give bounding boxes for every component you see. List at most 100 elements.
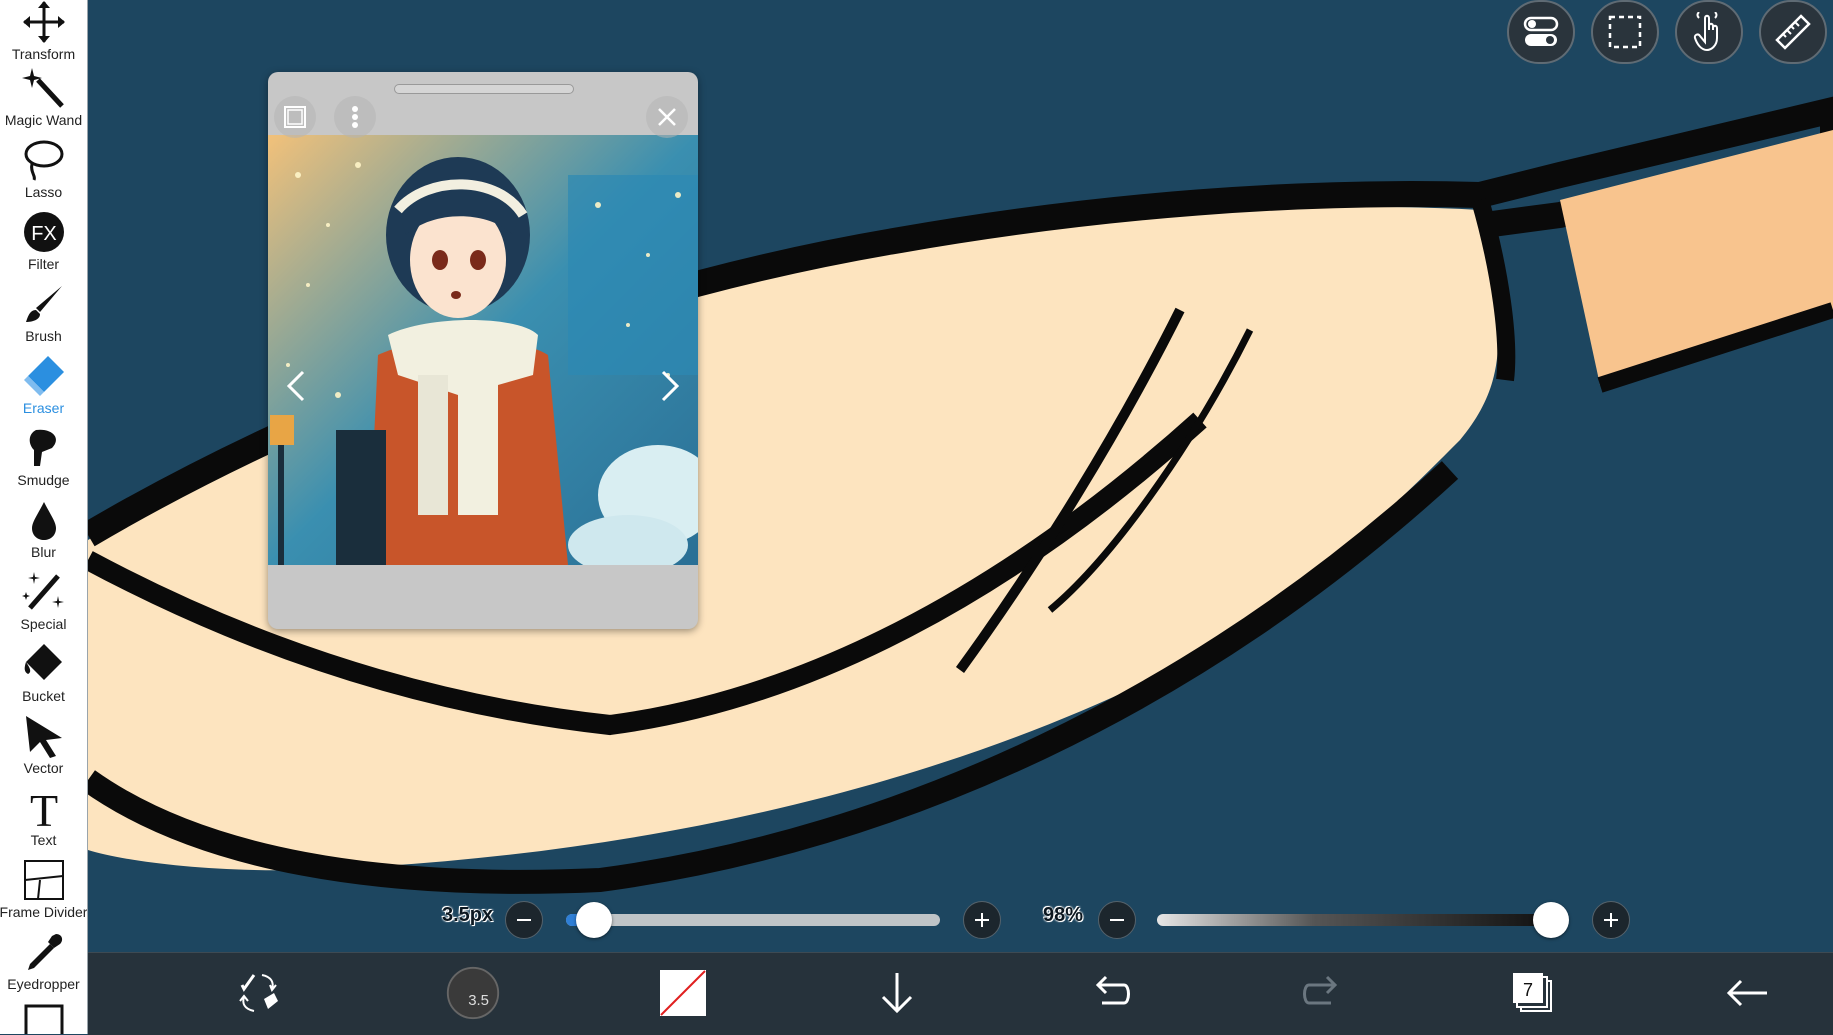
tool-label: Eraser [22,400,65,416]
tool-transform[interactable]: Transform [0,0,87,72]
close-icon [658,108,676,126]
special-icon [21,572,64,610]
bucket-icon [24,644,62,680]
reference-image [268,135,698,565]
magic-wand-icon [21,68,64,108]
eraser-icon [23,356,64,396]
swap-tool-button[interactable] [226,963,290,1023]
tool-brush[interactable]: Brush [0,282,87,354]
opacity-thumb[interactable] [1533,902,1569,938]
tool-magic-wand[interactable]: Magic Wand [0,66,87,138]
opacity-increase-button[interactable] [1592,901,1630,939]
brush-size-decrease-button[interactable] [505,901,543,939]
tool-label: Lasso [24,184,63,200]
svg-text:3.5: 3.5 [468,992,489,1009]
tool-lasso[interactable]: Lasso [0,138,87,210]
back-icon [1726,979,1767,1007]
blur-icon [31,502,56,540]
tool-label: Smudge [17,472,70,488]
download-icon [881,973,913,1014]
ref-frame-button[interactable] [274,96,316,138]
tool-label: Transform [11,46,76,62]
undo-button[interactable] [1078,963,1142,1023]
undo-icon [1095,975,1130,1005]
tool-blur[interactable]: Blur [0,498,87,570]
color-swatch-icon [660,970,706,1016]
toggle-button[interactable] [1507,0,1575,64]
tool-label: Magic Wand [4,112,83,128]
tool-label: Special [20,616,67,632]
selection-icon [1608,15,1642,49]
brush-icon [25,286,62,322]
svg-text:T: T [29,786,57,830]
brush-preview-button[interactable]: 3.5 [441,963,505,1023]
tool-smudge[interactable]: Smudge [0,426,87,498]
chevron-right-icon [661,370,680,402]
minus-icon [517,919,531,921]
color-swatch-button[interactable] [651,963,715,1023]
drag-handle[interactable] [394,84,574,94]
tool-vector[interactable]: Vector [0,714,87,786]
frame-icon [24,1004,63,1034]
ref-next-button[interactable] [648,356,692,416]
opacity-value: 98% [1043,904,1084,926]
toggle-icon [1523,16,1559,46]
opacity-slider[interactable] [1157,914,1550,926]
svg-text:FX: FX [31,223,57,245]
selection-button[interactable] [1591,0,1659,64]
lasso-icon [24,140,63,181]
tool-eyedropper[interactable]: Eyedropper [0,930,87,1002]
tool-label: Text [30,832,57,848]
redo-icon [1303,975,1338,1005]
svg-text:7: 7 [1523,980,1533,1000]
plus-icon [975,913,989,927]
eyedropper-icon [27,934,62,970]
swap-tool-icon [239,974,278,1012]
reference-window[interactable] [268,72,698,629]
tool-eraser[interactable]: Eraser [0,354,87,426]
brush-preview-icon: 3.5 [446,966,500,1020]
redo-button[interactable] [1291,963,1355,1023]
bottom-toolbar: 3.5 7 [88,952,1833,1035]
tool-sidebar: Transform Magic Wand Lasso FX Filter Bru… [0,0,88,1034]
gesture-button[interactable] [1675,0,1743,64]
layers-icon: 7 [1513,973,1552,1012]
layers-button[interactable]: 7 [1501,963,1565,1023]
frame-icon [284,106,306,128]
tool-label: Vector [23,760,64,776]
tool-filter[interactable]: FX Filter [0,210,87,282]
chevron-left-icon [286,370,305,402]
tool-bucket[interactable]: Bucket [0,642,87,714]
download-button[interactable] [865,963,929,1023]
filter-icon: FX [23,212,64,252]
brush-size-increase-button[interactable] [963,901,1001,939]
back-button[interactable] [1715,963,1779,1023]
tool-label: Blur [31,544,56,560]
more-vertical-icon [352,106,358,128]
tool-label: Bucket [22,688,65,704]
ref-close-button[interactable] [646,96,688,138]
tool-label: Eyedropper [7,976,80,992]
brush-size-thumb[interactable] [576,902,612,938]
tool-text[interactable]: T Text [0,786,87,858]
tool-label: Brush [25,328,62,344]
minus-icon [1110,919,1124,921]
brush-size-slider[interactable] [566,914,940,926]
tool-special[interactable]: Special [0,570,87,642]
tool-label: Frame Divider [0,904,88,920]
smudge-icon [29,429,56,466]
plus-icon [1604,913,1618,927]
tool-frame-divider[interactable]: Frame Divider [0,858,87,930]
ref-prev-button[interactable] [274,356,318,416]
ruler-button[interactable] [1759,0,1827,64]
transform-icon [22,1,65,43]
opacity-decrease-button[interactable] [1098,901,1136,939]
frame-divider-icon [23,860,64,900]
tool-more[interactable] [0,1002,87,1034]
ruler-icon [1775,14,1811,50]
ref-more-button[interactable] [334,96,376,138]
hand-icon [1693,12,1718,52]
vector-icon [25,716,62,758]
brush-size-value: 3.5px [442,904,494,926]
tool-label: Filter [27,256,60,272]
